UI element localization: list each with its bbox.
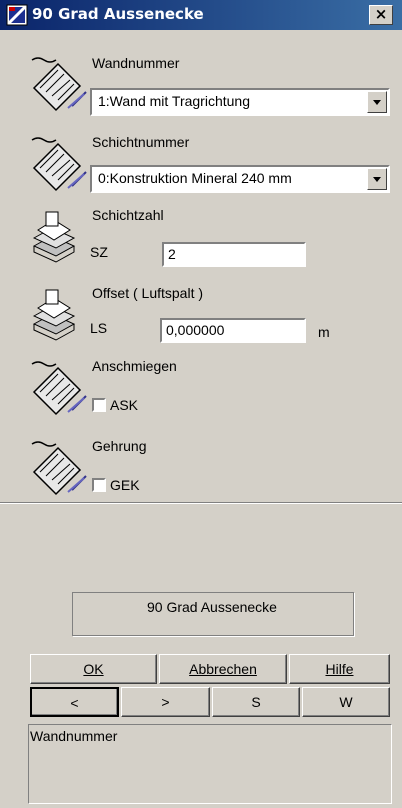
help-label: Hilfe — [325, 661, 354, 677]
next-button[interactable]: > — [121, 687, 210, 717]
offset-label: Offset ( Luftspalt ) — [92, 285, 204, 301]
schichtnummer-label: Schichtnummer — [92, 134, 190, 150]
ok-label: OK — [83, 661, 104, 677]
chevron-down-icon[interactable] — [367, 168, 387, 190]
gek-label: GEK — [110, 477, 140, 493]
ls-label: LS — [90, 320, 108, 336]
anschmiegen-label: Anschmiegen — [92, 358, 177, 374]
w-label: W — [339, 694, 353, 710]
ruler-pencil-icon — [28, 52, 88, 112]
panel-separator — [0, 502, 402, 504]
name-display: 90 Grad Aussenecke — [147, 599, 277, 615]
window-title: 90 Grad Aussenecke — [32, 5, 204, 23]
chevron-down-icon[interactable] — [367, 91, 387, 113]
ask-label: ASK — [110, 397, 139, 413]
s-button[interactable]: S — [212, 687, 300, 717]
help-button[interactable]: Hilfe — [289, 654, 390, 684]
status-text: Wandnummer — [30, 728, 118, 744]
cancel-label: Abbrechen — [189, 661, 257, 677]
wandnummer-value: 1:Wand mit Tragrichtung — [98, 93, 250, 109]
ok-button[interactable]: OK — [30, 654, 157, 684]
ruler-pencil-icon — [28, 436, 88, 496]
prev-label: < — [70, 695, 79, 711]
ruler-pencil-icon — [28, 356, 88, 416]
s-label: S — [251, 694, 261, 710]
schichtnummer-select[interactable]: 0:Konstruktion Mineral 240 mm — [90, 165, 390, 193]
offset-value: 0,000000 — [166, 322, 225, 338]
gek-checkbox[interactable] — [92, 478, 106, 492]
schichtzahl-input[interactable]: 2 — [162, 242, 306, 267]
prev-button[interactable]: < — [30, 687, 119, 717]
layer-stack-icon — [30, 286, 78, 342]
schichtnummer-value: 0:Konstruktion Mineral 240 mm — [98, 170, 292, 186]
ask-checkbox[interactable] — [92, 398, 106, 412]
offset-unit: m — [318, 324, 330, 340]
next-label: > — [161, 694, 170, 710]
cancel-button[interactable]: Abbrechen — [159, 654, 287, 684]
offset-input[interactable]: 0,000000 — [160, 318, 306, 343]
w-button[interactable]: W — [302, 687, 390, 717]
gehrung-label: Gehrung — [92, 438, 147, 454]
sz-label: SZ — [90, 244, 108, 260]
wandnummer-select[interactable]: 1:Wand mit Tragrichtung — [90, 88, 390, 116]
schichtzahl-label: Schichtzahl — [92, 207, 164, 223]
layer-stack-icon — [30, 208, 78, 264]
app-icon — [6, 4, 28, 26]
schichtzahl-value: 2 — [168, 246, 176, 262]
close-button[interactable]: × — [369, 5, 393, 25]
ruler-pencil-icon — [28, 132, 88, 192]
wandnummer-label: Wandnummer — [92, 55, 180, 71]
